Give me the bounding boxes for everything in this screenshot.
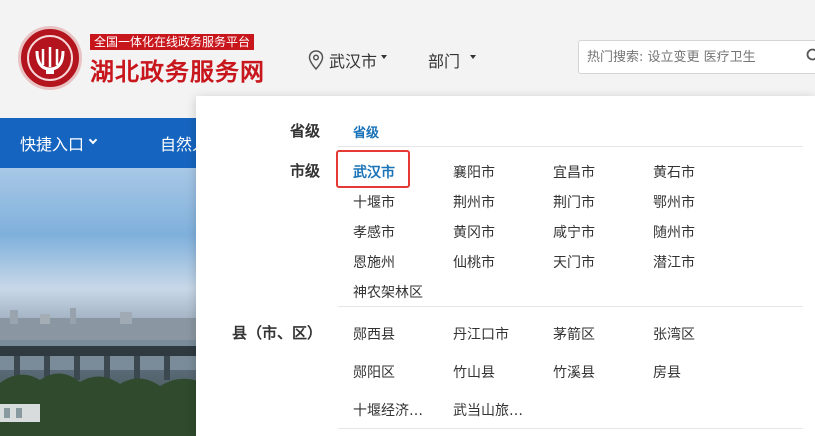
option-city[interactable]: 荆州市 [453,192,495,212]
banner-image [0,168,200,436]
divider [338,146,803,147]
platform-slogan: 全国一体化在线政务服务平台 [90,34,255,50]
city-bridge-photo [0,308,200,436]
option-county[interactable]: 武当山旅… [453,400,523,420]
province-level-label: 省级 [290,122,321,140]
option-city[interactable]: 仙桃市 [453,252,495,272]
option-county[interactable]: 房县 [653,362,681,382]
location-pin-icon [308,50,324,70]
divider [338,306,803,307]
department-label: 部门 [428,52,461,71]
option-city[interactable]: 恩施州 [353,252,395,272]
option-county[interactable]: 丹江口市 [453,324,509,344]
nav-quick-entry-label: 快捷入口 [20,135,85,154]
city-level-label: 市级 [290,162,321,180]
option-county[interactable]: 茅箭区 [553,324,595,344]
option-city[interactable]: 襄阳市 [453,162,495,182]
option-city[interactable]: 咸宁市 [553,222,595,242]
option-county[interactable]: 十堰经济… [353,400,423,420]
logo-emblem-icon [35,47,65,74]
option-city[interactable]: 孝感市 [353,222,395,242]
option-city[interactable]: 荆门市 [553,192,595,212]
page: 全国一体化在线政务服务平台 湖北政务服务网 武汉市 部门 快捷入口 自然人 [0,0,815,436]
option-city[interactable]: 黄冈市 [453,222,495,242]
location-selector[interactable]: 武汉市 [308,48,388,72]
option-city[interactable]: 随州市 [653,222,695,242]
option-county[interactable]: 竹山县 [453,362,495,382]
option-county[interactable]: 竹溪县 [553,362,595,382]
option-city[interactable]: 宜昌市 [553,162,595,182]
site-title[interactable]: 湖北政务服务网 [90,52,265,87]
search-input[interactable] [578,40,815,74]
site-logo[interactable] [18,26,82,90]
option-city[interactable]: 武汉市 [353,162,395,182]
caret-down-icon [470,55,477,59]
option-city[interactable]: 天门市 [553,252,595,272]
option-city[interactable]: 黄石市 [653,162,695,182]
option-city[interactable]: 十堰市 [353,192,395,212]
option-city[interactable]: 鄂州市 [653,192,695,212]
department-selector[interactable]: 部门 [428,48,477,72]
divider [338,428,803,429]
option-county[interactable]: 郧阳区 [353,362,395,382]
region-dropdown-panel: 省级 省级 市级 武汉市 襄阳市 宜昌市 黄石市 十堰市 荆州市 荆门市 鄂州市… [196,96,815,436]
option-city[interactable]: 潜江市 [653,252,695,272]
chevron-down-icon [88,135,98,145]
caret-down-icon [381,55,388,59]
option-province[interactable]: 省级 [353,122,379,141]
option-county[interactable]: 张湾区 [653,324,695,344]
nav-quick-entry[interactable]: 快捷入口 [20,131,98,155]
option-county[interactable]: 郧西县 [353,324,395,344]
search-icon[interactable] [806,48,815,64]
option-city[interactable]: 神农架林区 [353,282,423,302]
county-level-label: 县（市、区） [232,324,323,342]
location-label: 武汉市 [329,52,378,71]
